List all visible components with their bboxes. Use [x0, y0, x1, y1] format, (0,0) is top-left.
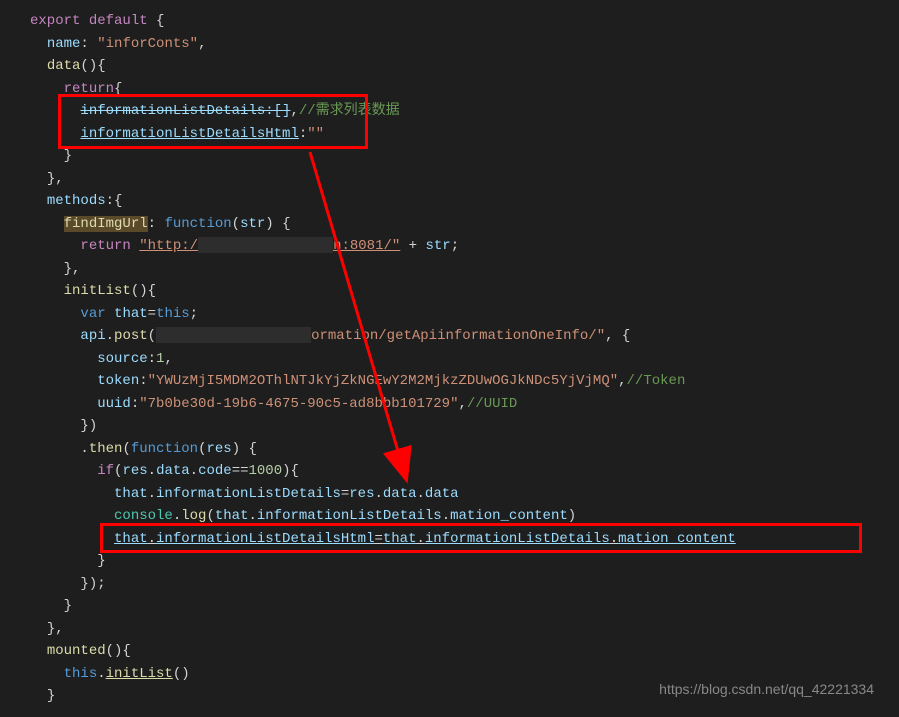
code-line: },	[30, 258, 899, 281]
code-line: methods:{	[30, 190, 899, 213]
code-line: });	[30, 573, 899, 596]
code-line: source:1,	[30, 348, 899, 371]
watermark: https://blog.csdn.net/qq_42221334	[659, 681, 874, 697]
code-line: .then(function(res) {	[30, 438, 899, 461]
code-line: uuid:"7b0be30d-19b6-4675-90c5-ad8bbb1017…	[30, 393, 899, 416]
code-line: informationListDetailsHtml:""	[30, 123, 899, 146]
code-line: token:"YWUzMjI5MDM2OThlNTJkYjZkNGEwY2M2M…	[30, 370, 899, 393]
code-line: })	[30, 415, 899, 438]
code-line: },	[30, 168, 899, 191]
code-line: }	[30, 550, 899, 573]
code-line: mounted(){	[30, 640, 899, 663]
code-line: initList(){	[30, 280, 899, 303]
code-line: }	[30, 595, 899, 618]
code-line: informationListDetails:[],//需求列表数据	[30, 100, 899, 123]
code-line: console.log(that.informationListDetails.…	[30, 505, 899, 528]
code-line: data(){	[30, 55, 899, 78]
code-line: return "http:/n:8081/" + str;	[30, 235, 899, 258]
code-line: }	[30, 145, 899, 168]
code-line: export default {	[30, 10, 899, 33]
code-line: that.informationListDetails=res.data.dat…	[30, 483, 899, 506]
code-line: },	[30, 618, 899, 641]
code-line: var that=this;	[30, 303, 899, 326]
code-line: return{	[30, 78, 899, 101]
code-line: if(res.data.code==1000){	[30, 460, 899, 483]
code-line: findImgUrl: function(str) {	[30, 213, 899, 236]
code-line: name: "inforConts",	[30, 33, 899, 56]
code-line: api.post(ormation/getApiinformationOneIn…	[30, 325, 899, 348]
code-editor[interactable]: export default { name: "inforConts", dat…	[30, 10, 899, 708]
code-line: that.informationListDetailsHtml=that.inf…	[30, 528, 899, 551]
